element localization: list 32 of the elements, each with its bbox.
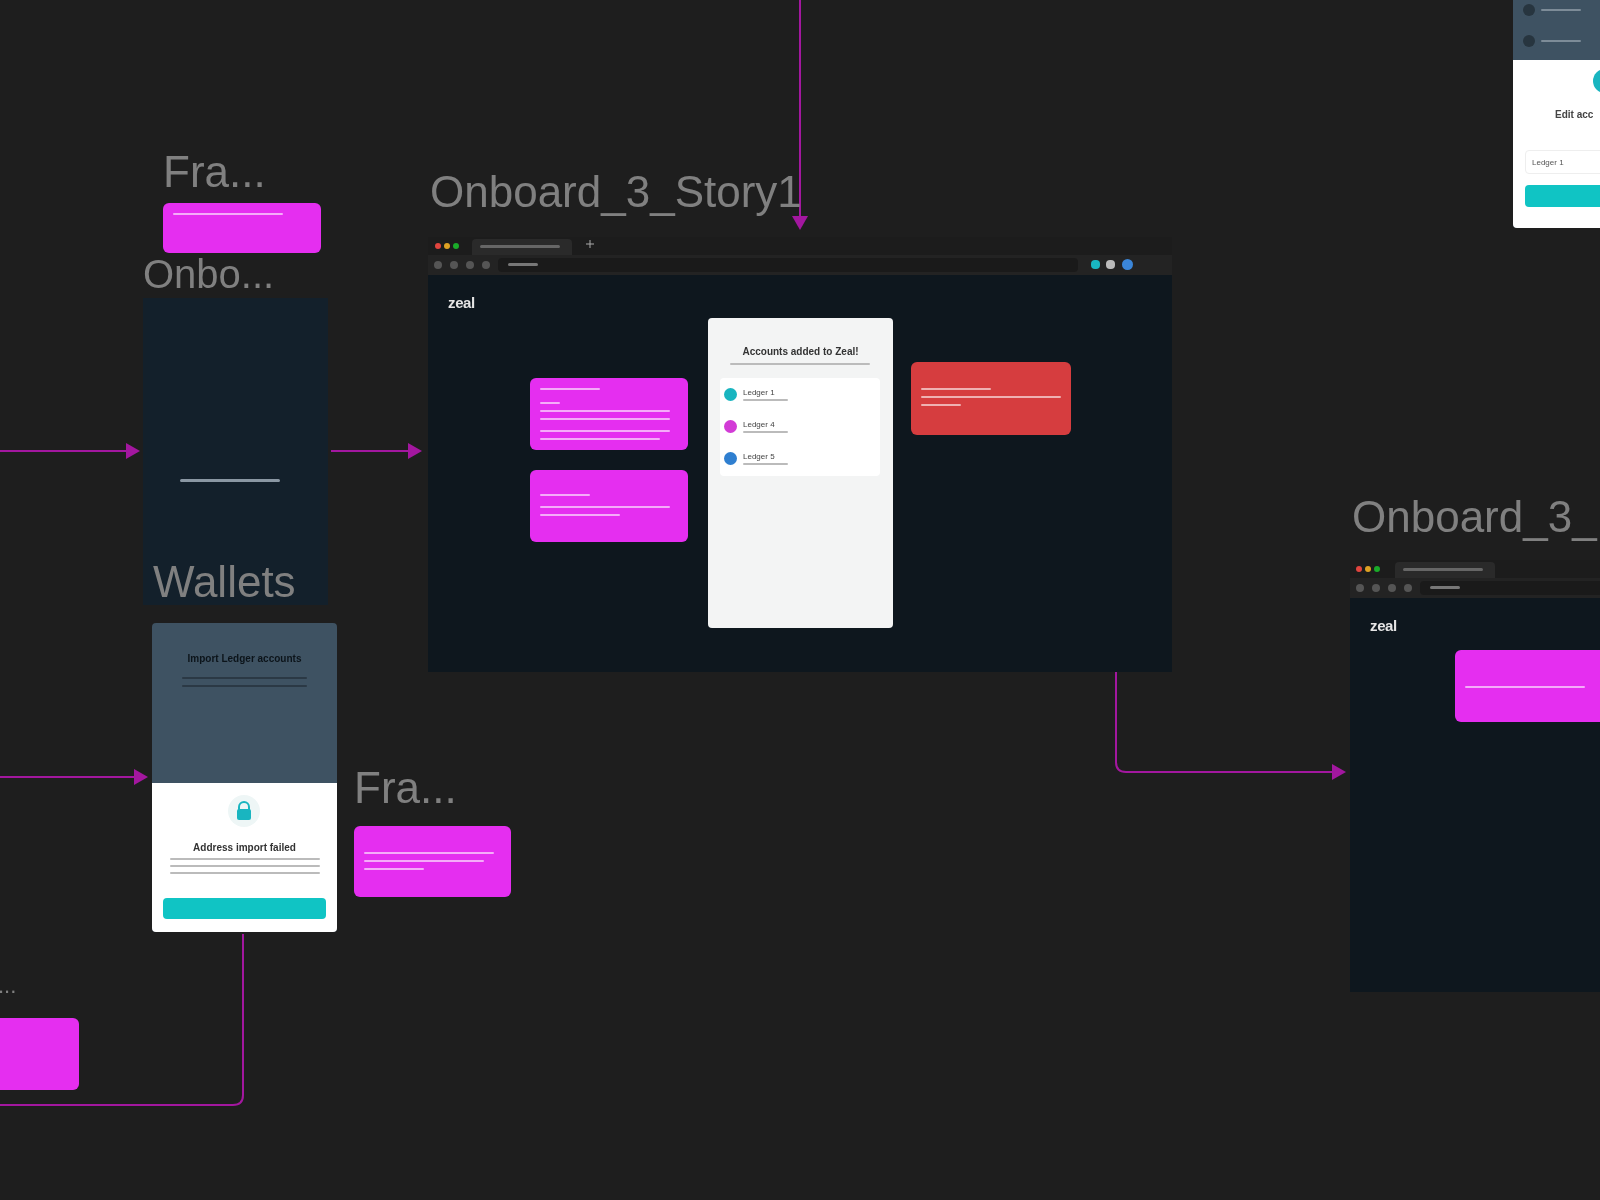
- name-input[interactable]: Ledger 1: [1525, 150, 1600, 174]
- browser-tab[interactable]: [472, 239, 572, 255]
- card-title: Accounts added to Zeal!: [741, 345, 860, 359]
- zeal-logo: zeal: [448, 293, 475, 313]
- frame-label: Onboard_3_: [1352, 495, 1597, 539]
- modal-title: Address import failed: [192, 841, 297, 855]
- profile-icon[interactable]: [1122, 259, 1133, 270]
- account-avatar: [1523, 4, 1535, 16]
- browser-tab[interactable]: [1395, 562, 1495, 578]
- lock-icon: [228, 795, 260, 827]
- zeal-logo: zeal: [1370, 616, 1397, 636]
- blurred-text: [1430, 586, 1460, 589]
- account-row[interactable]: Ledger 5: [720, 442, 880, 474]
- account-row[interactable]: Ledger 1: [720, 378, 880, 410]
- blurred-text: [743, 430, 788, 433]
- blurred-text: [743, 398, 788, 401]
- account-row[interactable]: Ledger 4: [720, 410, 880, 442]
- frame-label: Wallets: [153, 560, 296, 604]
- account-name: Ledger 1: [743, 387, 776, 397]
- background-title: Import Ledger accounts: [186, 652, 303, 666]
- frame-label: Onbo...: [143, 254, 275, 294]
- new-tab-icon[interactable]: [586, 240, 594, 248]
- blurred-text: [508, 263, 538, 266]
- frame-label: ...: [0, 975, 17, 997]
- account-name: Ledger 4: [743, 419, 776, 429]
- frame-label: Fra...: [163, 150, 266, 194]
- account-name: Ledger 5: [743, 451, 776, 461]
- account-avatar: [1523, 35, 1535, 47]
- blurred-text: [743, 462, 788, 465]
- address-bar[interactable]: [1420, 581, 1600, 595]
- modal-title: Edit acc: [1555, 108, 1594, 122]
- frame-label: Fra...: [354, 766, 457, 810]
